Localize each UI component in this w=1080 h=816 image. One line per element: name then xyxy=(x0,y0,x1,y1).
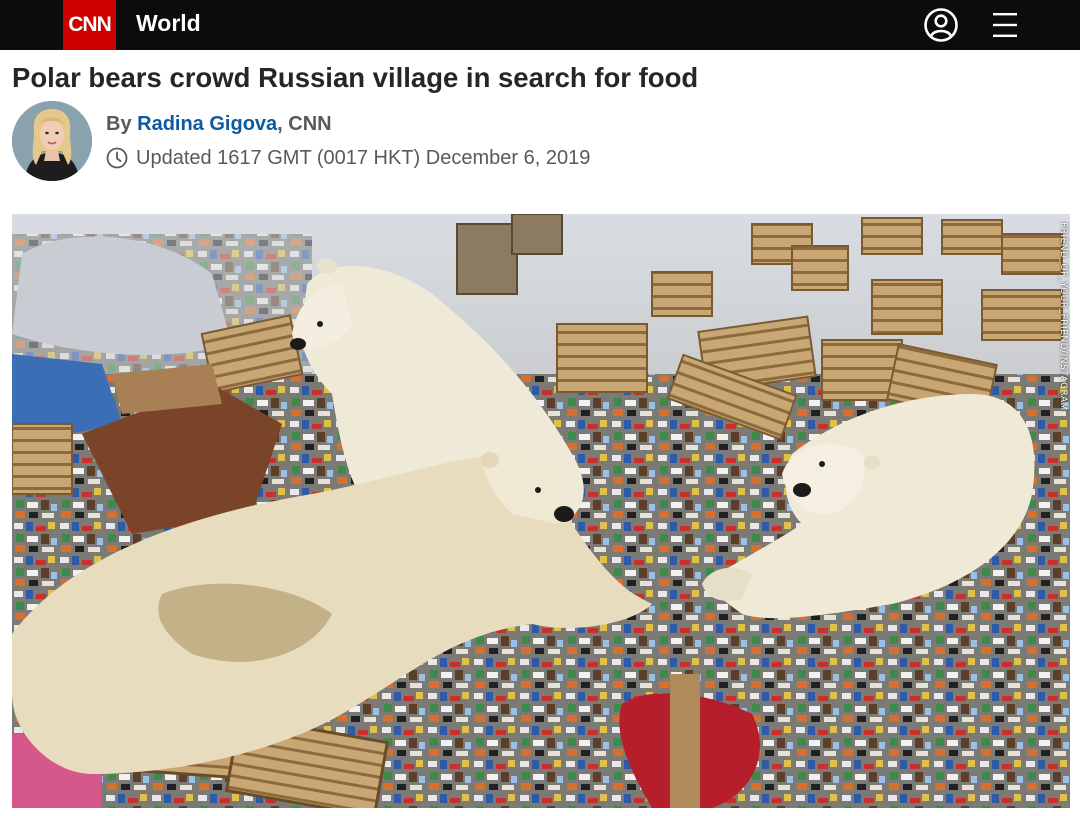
author-avatar[interactable] xyxy=(12,101,92,181)
hamburger-menu-icon xyxy=(993,13,1017,37)
updated-text: Updated 1617 GMT (0017 HKT) December 6, … xyxy=(136,147,591,169)
updated-timestamp: Updated 1617 GMT (0017 HKT) December 6, … xyxy=(106,145,590,171)
photo-credit: FRIEND_OF_YOUR_FRIEND/INSTAGRAM xyxy=(1058,222,1068,411)
top-nav-bar: CNN World xyxy=(0,0,1080,50)
cnn-logo[interactable]: CNN xyxy=(63,0,116,50)
menu-button[interactable] xyxy=(988,9,1022,41)
article-photo[interactable]: FRIEND_OF_YOUR_FRIEND/INSTAGRAM xyxy=(12,214,1070,808)
account-button[interactable] xyxy=(922,6,960,44)
clock-icon xyxy=(106,147,128,169)
polar-bears-photo xyxy=(12,214,1070,808)
author-portrait xyxy=(12,101,92,181)
byline-suffix: , CNN xyxy=(277,113,332,135)
byline: By Radina Gigova, CNN xyxy=(106,111,332,137)
article-headline: Polar bears crowd Russian village in sea… xyxy=(12,62,699,93)
section-title[interactable]: World xyxy=(136,8,201,38)
user-icon xyxy=(924,8,958,42)
byline-prefix: By xyxy=(106,113,138,135)
author-link[interactable]: Radina Gigova xyxy=(137,113,277,135)
